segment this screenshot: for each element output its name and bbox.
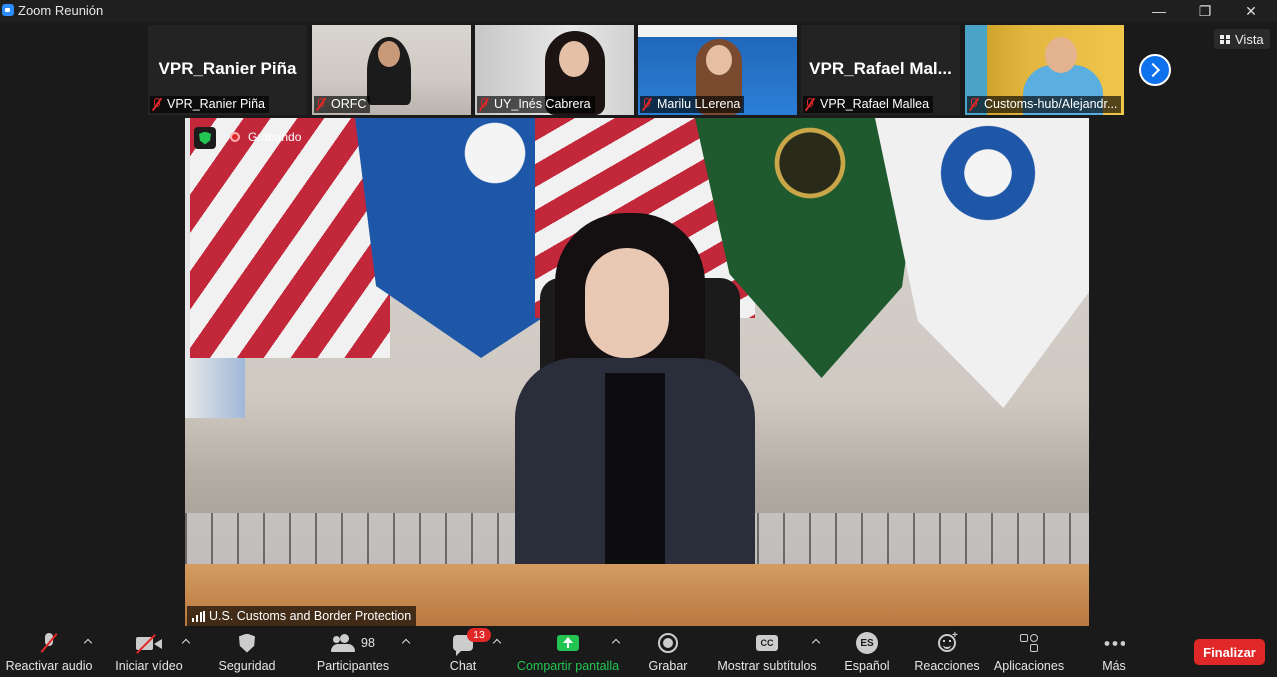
participant-tile[interactable]: UY_Inés Cabrera: [475, 25, 634, 115]
title-bar: Zoom Reunión — ❐ ✕: [0, 0, 1277, 22]
shield-icon: [239, 633, 255, 653]
recording-dot-icon: [230, 132, 240, 142]
participant-tile[interactable]: VPR_Ranier Piña VPR_Ranier Piña: [148, 25, 307, 115]
participant-label: VPR_Rafael Mallea: [803, 96, 934, 113]
close-button[interactable]: ✕: [1228, 0, 1274, 22]
participant-label: Customs-hub/Alejandr...: [967, 96, 1122, 113]
start-video-button[interactable]: Iniciar vídeo: [113, 628, 185, 677]
participant-name-large: VPR_Rafael Mal...: [809, 59, 952, 78]
participant-label: UY_Inés Cabrera: [477, 96, 595, 113]
grid-view-icon: [1220, 34, 1230, 44]
share-screen-button[interactable]: Compartir pantalla: [514, 628, 622, 677]
mic-off-icon: [42, 633, 56, 653]
audio-options-caret[interactable]: [84, 638, 92, 646]
window-title: Zoom Reunión: [18, 3, 104, 18]
mic-muted-icon: [316, 98, 326, 111]
minimize-button[interactable]: —: [1136, 0, 1182, 22]
chat-button[interactable]: 13 Chat: [446, 628, 491, 677]
language-icon: ES: [856, 632, 878, 654]
signal-strength-icon: [192, 610, 205, 622]
more-dots-icon: [1103, 640, 1125, 646]
meeting-toolbar: Reactivar audio Iniciar vídeo Seguridad …: [0, 628, 1277, 677]
reactions-button[interactable]: + Reacciones: [914, 628, 979, 677]
mic-muted-icon: [479, 98, 489, 111]
active-speaker-video: [185, 118, 1089, 626]
end-meeting-button[interactable]: Finalizar: [1194, 639, 1265, 665]
record-icon: [658, 633, 678, 653]
video-options-caret[interactable]: [182, 638, 190, 646]
unmute-audio-button[interactable]: Reactivar audio: [6, 628, 92, 677]
show-captions-button[interactable]: CC Mostrar subtítulos: [714, 628, 820, 677]
recording-indicator[interactable]: Grabando: [230, 130, 301, 144]
zoom-logo-icon: [2, 4, 14, 16]
view-button[interactable]: Vista: [1214, 29, 1270, 49]
record-button[interactable]: Grabar: [646, 628, 690, 677]
security-status[interactable]: [194, 127, 216, 149]
security-button[interactable]: Seguridad: [216, 628, 278, 677]
participant-label: ORFC: [314, 96, 371, 113]
shield-icon: [199, 131, 211, 145]
participant-tile[interactable]: ORFC: [312, 25, 471, 115]
apps-icon: [1020, 634, 1038, 652]
mic-muted-icon: [805, 98, 815, 111]
participant-tile[interactable]: Customs-hub/Alejandr...: [965, 25, 1124, 115]
participants-button[interactable]: 98 Participantes: [314, 628, 392, 677]
more-button[interactable]: Más: [1100, 628, 1128, 677]
camera-off-icon: [136, 634, 162, 652]
participant-tile[interactable]: Marilu LLerena: [638, 25, 797, 115]
participants-count: 98: [361, 636, 375, 650]
speaker-name-label: U.S. Customs and Border Protection: [187, 606, 417, 626]
share-screen-icon: [557, 635, 579, 651]
chat-options-caret[interactable]: [493, 638, 501, 646]
participant-name-large: VPR_Ranier Piña: [158, 59, 297, 78]
mic-muted-icon: [969, 98, 979, 111]
restore-button[interactable]: ❐: [1182, 0, 1228, 22]
participant-label: VPR_Ranier Piña: [150, 96, 269, 113]
chat-unread-badge: 13: [467, 628, 491, 642]
language-button[interactable]: ES Español: [843, 628, 891, 677]
people-icon: [331, 634, 356, 652]
participant-label: Marilu LLerena: [640, 96, 745, 113]
participants-options-caret[interactable]: [402, 638, 410, 646]
mic-muted-icon: [152, 98, 162, 111]
captions-options-caret[interactable]: [812, 638, 820, 646]
participant-tile[interactable]: VPR_Rafael Mal... VPR_Rafael Mallea: [801, 25, 960, 115]
share-options-caret[interactable]: [612, 638, 620, 646]
mic-muted-icon: [642, 98, 652, 111]
next-page-button[interactable]: [1139, 54, 1171, 86]
apps-button[interactable]: Aplicaciones: [993, 628, 1065, 677]
closed-captions-icon: CC: [756, 635, 778, 651]
